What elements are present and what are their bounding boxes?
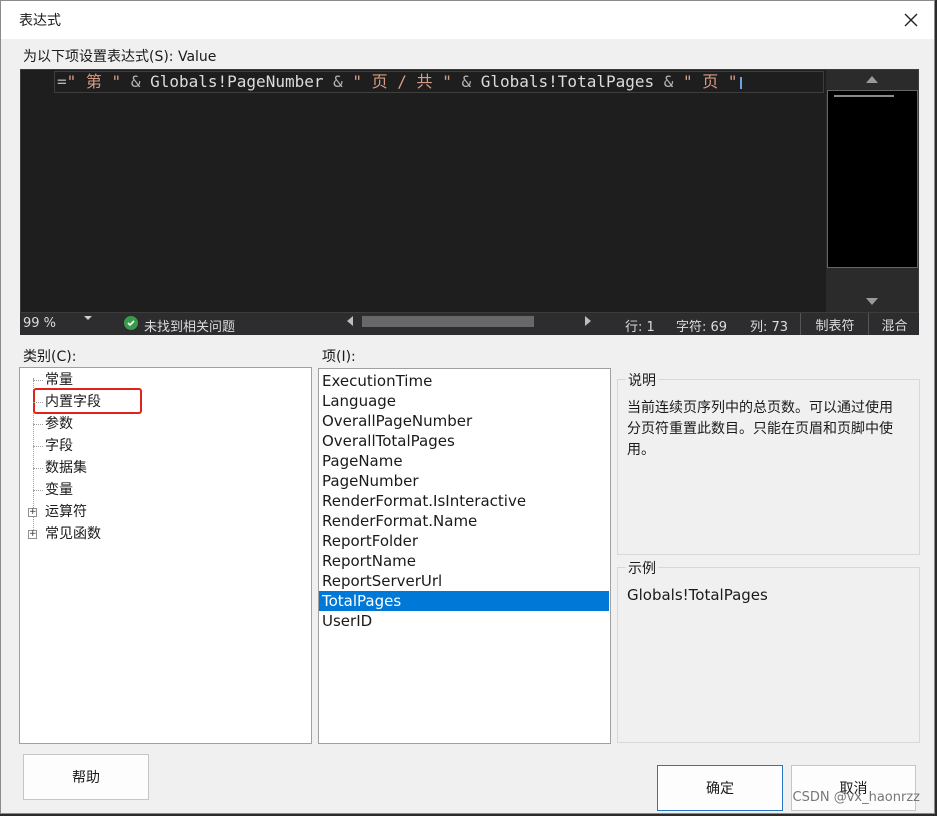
example-title: 示例: [626, 558, 658, 578]
help-button[interactable]: 帮助: [23, 754, 149, 800]
items-list[interactable]: ExecutionTime Language OverallPageNumber Ov…: [318, 368, 611, 744]
tree-connector: [33, 424, 43, 425]
ok-button[interactable]: 确定: [657, 765, 783, 811]
expression-dialog: 表达式 为以下项设置表达式(S): Value =" 第 " & Globals…: [0, 0, 935, 814]
tree-connector: [33, 490, 43, 491]
list-item[interactable]: PageNumber: [319, 471, 609, 491]
list-item[interactable]: RenderFormat.Name: [319, 511, 609, 531]
expression-token: &: [121, 72, 151, 91]
check-circle-icon: [124, 316, 138, 330]
tree-connector: [33, 380, 43, 381]
category-item[interactable]: 数据集: [45, 458, 87, 478]
close-button[interactable]: [896, 5, 926, 35]
minimap-line: [834, 95, 894, 97]
items-label: 项(I):: [322, 349, 356, 365]
char-indicator: 字符: 69: [676, 320, 728, 335]
category-item[interactable]: 运算符: [45, 502, 87, 522]
horizontal-scroll-thumb[interactable]: [362, 316, 534, 327]
category-item[interactable]: 常见函数: [45, 524, 101, 544]
list-item[interactable]: TotalPages: [319, 591, 609, 611]
category-label: 类别(C):: [23, 349, 77, 365]
example-group: 示例 Globals!TotalPages: [617, 558, 920, 743]
expression-token: &: [451, 72, 481, 91]
dialog-title: 表达式: [19, 13, 61, 29]
description-title: 说明: [626, 370, 658, 390]
category-item[interactable]: 内置字段: [45, 392, 101, 412]
expression-token: =: [57, 72, 67, 91]
category-item[interactable]: 常量: [45, 370, 73, 390]
list-item[interactable]: OverallPageNumber: [319, 411, 609, 431]
minimap-viewport[interactable]: [827, 90, 918, 268]
expression-token: " 页 ": [683, 72, 738, 91]
list-item[interactable]: OverallTotalPages: [319, 431, 609, 451]
tree-connector: [33, 468, 43, 469]
tree-connector: [33, 402, 43, 403]
zoom-dropdown-icon[interactable]: [84, 316, 92, 320]
expression-code[interactable]: =" 第 " & Globals!PageNumber & " 页 / 共 " …: [57, 72, 742, 92]
expression-editor[interactable]: =" 第 " & Globals!PageNumber & " 页 / 共 " …: [20, 69, 919, 313]
close-icon: [904, 13, 918, 27]
expression-token: &: [654, 72, 684, 91]
expression-token: &: [323, 72, 353, 91]
scroll-left-icon[interactable]: [347, 316, 353, 326]
scroll-right-icon[interactable]: [585, 316, 591, 326]
list-item[interactable]: ReportName: [319, 551, 609, 571]
tabs-button[interactable]: 制表符: [800, 313, 869, 335]
list-item[interactable]: ReportServerUrl: [319, 571, 609, 591]
list-item[interactable]: UserID: [319, 611, 609, 631]
expand-icon[interactable]: +: [28, 508, 37, 517]
category-item[interactable]: 参数: [45, 414, 73, 434]
editor-minimap[interactable]: [826, 70, 918, 312]
expression-token: Globals!PageNumber: [150, 72, 324, 91]
example-text: Globals!TotalPages: [627, 586, 768, 604]
scroll-up-icon[interactable]: [866, 76, 878, 83]
expression-token: " 页 / 共 ": [352, 72, 452, 91]
tree-connector: [33, 446, 43, 447]
list-item[interactable]: ReportFolder: [319, 531, 609, 551]
description-group: 说明 当前连续页序列中的总页数。可以通过使用分页符重置此数目。只能在页眉和页脚中…: [617, 370, 920, 555]
issues-status: 未找到相关问题: [144, 320, 236, 335]
list-item[interactable]: ExecutionTime: [319, 371, 609, 391]
expand-icon[interactable]: +: [28, 530, 37, 539]
line-indicator: 行: 1: [625, 320, 655, 335]
title-bar: 表达式: [1, 1, 934, 39]
line-ending-button[interactable]: 混合: [868, 313, 920, 335]
column-indicator: 列: 73: [750, 320, 789, 335]
text-caret: [739, 76, 742, 89]
description-text: 当前连续页序列中的总页数。可以通过使用分页符重置此数目。只能在页眉和页脚中使用。: [627, 400, 893, 458]
expression-label: 为以下项设置表达式(S): Value: [23, 49, 217, 65]
category-item[interactable]: 字段: [45, 436, 73, 456]
zoom-level[interactable]: 99 %: [23, 316, 56, 331]
category-tree[interactable]: 常量 内置字段 参数 字段 数据集 变量 运算符 + 常见函数 +: [19, 367, 312, 744]
list-item[interactable]: Language: [319, 391, 609, 411]
editor-status-bar: 99 % 未找到相关问题 行: 1 字符: 69 列: 73 制表符 混合: [20, 313, 919, 335]
list-item[interactable]: PageName: [319, 451, 609, 471]
watermark: CSDN @vx_haonrzz: [792, 790, 920, 805]
expression-token: Globals!TotalPages: [480, 72, 655, 91]
list-item[interactable]: RenderFormat.IsInteractive: [319, 491, 609, 511]
expression-token: " 第 ": [66, 72, 122, 91]
scroll-down-icon[interactable]: [866, 298, 878, 305]
category-item[interactable]: 变量: [45, 480, 73, 500]
